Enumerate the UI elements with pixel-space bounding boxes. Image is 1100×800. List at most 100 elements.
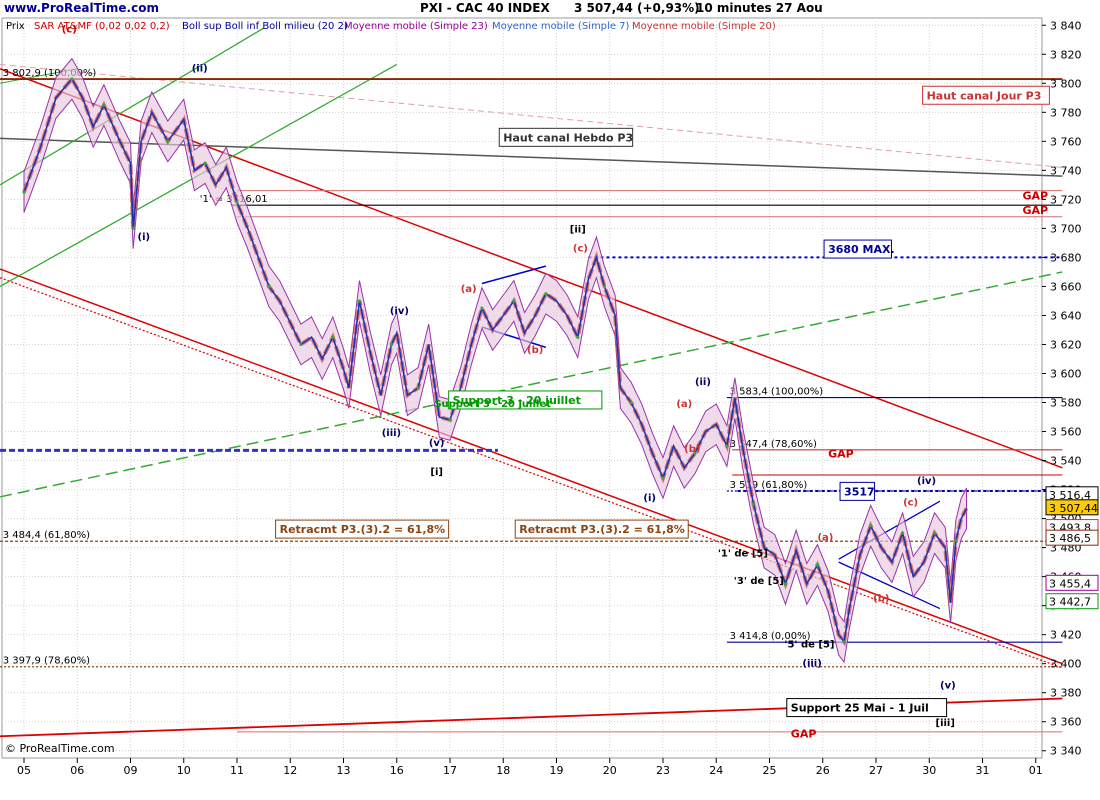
chart-price: 3 507,44 (+0,93%) [574,1,700,15]
y-tick-label: 3 800 [1050,77,1082,90]
price-point [267,284,271,289]
price-point [203,161,207,165]
y-tick-label: 3 780 [1050,106,1082,119]
wave-label: (b) [873,593,889,604]
price-point [901,531,905,535]
wave-label: [ii] [570,225,586,236]
price-point [725,444,729,448]
price-point [416,386,420,390]
price-point [357,299,362,303]
price-point [166,139,170,143]
x-tick-label: 17 [443,764,457,777]
y-tick-label: 3 380 [1050,687,1082,700]
price-point [629,400,633,405]
wave-label: (b) [527,345,543,356]
price-chart: 3 802,9 (100,00%)3 583,4 (100,00%)3 547,… [0,0,1100,800]
y-tick-label: 3 760 [1050,135,1082,148]
wave-label: (a) [817,532,833,543]
wave-label: [iii] [936,718,955,729]
price-point [783,582,788,586]
price-point [661,476,665,480]
indicator-ma7: Moyenne mobile (Simple 7) [492,21,630,32]
x-tick-label: 01 [1029,764,1043,777]
copyright: © ProRealTime.com [5,742,115,755]
wave-label: (iii) [802,659,821,670]
x-tick-label: 06 [70,764,84,777]
wave-label: (iv) [917,476,936,487]
wave-label: [i] [430,467,443,478]
wave-label: (c) [903,498,918,509]
x-tick-label: 26 [816,764,830,777]
price-point [512,299,516,303]
x-tick-label: 20 [603,764,617,777]
price-point [480,306,484,310]
price-point [389,342,394,347]
y-tick-label: 3 400 [1050,658,1082,671]
price-point [70,77,74,81]
wave-label: (i) [643,493,656,504]
annotation-label: Support 25 Mai - 1 Juil [791,702,929,715]
price-point [869,524,873,528]
price-point [932,531,937,535]
site-name: www.ProRealTime.com [4,1,159,15]
price-badge-label: 3 507,44 [1049,502,1098,515]
x-tick-label: 18 [496,764,510,777]
indicator-sar: SAR AT&MF (0,02 0,02 0,2) [34,21,170,32]
x-tick-label: 05 [17,764,31,777]
wave-label: '5' de [5] [784,640,834,651]
price-label: Prix [6,21,25,32]
price-point [954,538,958,542]
price-badge-label: 3 486,5 [1049,532,1091,545]
wave-label: (v) [429,438,445,449]
price-badge-label: 3 442,7 [1049,596,1091,609]
y-tick-label: 3 740 [1050,164,1082,177]
indicator-bollinger: Boll sup Boll inf Boll milieu (20 2) [182,21,348,32]
annotation-label: Retracmt P3.(3).2 = 61,8% [280,523,446,536]
x-tick-label: 12 [283,764,297,777]
price-point [815,563,820,567]
chart-timeframe: 10 minutes 27 Aou [696,1,823,15]
wave-label: (iii) [382,428,401,439]
price-point [22,190,26,194]
level-label: 3 484,4 (61,80%) [3,530,90,541]
y-tick-label: 3 640 [1050,309,1082,322]
wave-label: (ii) [192,64,208,75]
price-point [331,335,335,339]
x-tick-label: 13 [337,764,351,777]
y-tick-label: 3 820 [1050,48,1082,61]
price-point [235,200,239,204]
annotation-label: GAP [791,728,817,741]
x-tick-label: 23 [656,764,670,777]
annotation-label: Haut canal Jour P3 [927,89,1042,102]
indicator-ma23: Moyenne mobile (Simple 23) [344,21,488,32]
x-tick-label: 10 [177,764,191,777]
annotation-label: GAP [1022,204,1048,217]
chart-title: PXI - CAC 40 INDEX [420,1,550,15]
price-point [576,335,580,339]
price-point [299,342,303,347]
y-tick-label: 3 340 [1050,745,1082,758]
y-tick-label: 3 840 [1050,19,1082,32]
x-tick-label: 24 [709,764,723,777]
y-tick-label: 3 540 [1050,455,1082,468]
x-tick-label: 19 [550,764,564,777]
y-tick-label: 3 420 [1050,629,1082,642]
y-tick-label: 3 700 [1050,222,1082,235]
price-point [131,226,135,230]
price-point [448,418,452,422]
wave-label: '1' de [5] [718,548,768,559]
price-point [602,284,607,289]
wave-label: '3' de [5] [734,576,784,587]
x-tick-label: 16 [390,764,404,777]
wave-label: (a) [676,399,692,410]
y-tick-label: 3 600 [1050,367,1082,380]
y-tick-label: 3 720 [1050,193,1082,206]
y-tick-label: 3 580 [1050,397,1082,410]
price-point [544,292,548,296]
y-tick-label: 3 660 [1050,280,1082,293]
annotation-label: Retracmt P3.(3).2 = 61,8% [519,523,685,536]
price-point [842,640,846,644]
annotation-label: Haut canal Hebdo P3 [503,131,633,144]
level-label: 3 583,4 (100,00%) [730,387,824,398]
level-label: 3 519 (61,80%) [730,480,808,491]
